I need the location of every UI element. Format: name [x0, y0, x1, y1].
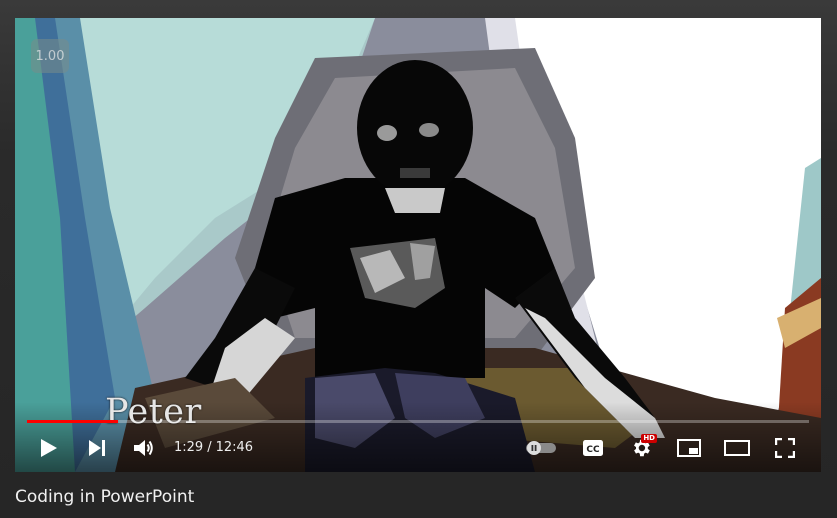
settings-button[interactable]: HD [625, 434, 657, 462]
next-icon [88, 439, 106, 457]
caption-text: Peter [105, 392, 202, 432]
progress-bar-played [27, 420, 118, 423]
cc-icon: CC [582, 439, 604, 457]
fullscreen-button[interactable] [769, 434, 801, 462]
video-title[interactable]: Coding in PowerPoint [15, 487, 194, 507]
hd-badge: HD [641, 434, 657, 443]
fullscreen-icon [775, 438, 795, 458]
miniplayer-icon [677, 439, 701, 457]
subtitles-button[interactable]: CC [577, 434, 609, 462]
player-controls: 1:29/12:46 CC HD [15, 430, 821, 466]
time-display: 1:29/12:46 [174, 440, 253, 455]
time-separator: / [207, 440, 212, 455]
playback-speed-badge[interactable]: 1.00 [31, 39, 69, 73]
volume-icon [133, 438, 155, 458]
mute-button[interactable] [128, 434, 160, 462]
progress-bar[interactable] [27, 420, 809, 423]
play-icon [40, 438, 58, 458]
miniplayer-button[interactable] [673, 434, 705, 462]
video-page: 1.00 Peter 1:29 / 12:46 CC HD Coding in … [0, 0, 837, 518]
theater-mode-button[interactable] [721, 434, 753, 462]
theater-icon [724, 440, 750, 456]
svg-text:CC: CC [586, 445, 600, 455]
autoplay-toggle-icon [524, 440, 558, 456]
play-button[interactable] [33, 434, 65, 462]
current-time: 1:29 [174, 440, 204, 455]
autoplay-toggle[interactable] [523, 434, 559, 462]
video-player[interactable]: 1.00 Peter 1:29 / 12:46 CC HD [15, 18, 821, 472]
next-button[interactable] [81, 434, 113, 462]
duration: 12:46 [215, 440, 254, 455]
